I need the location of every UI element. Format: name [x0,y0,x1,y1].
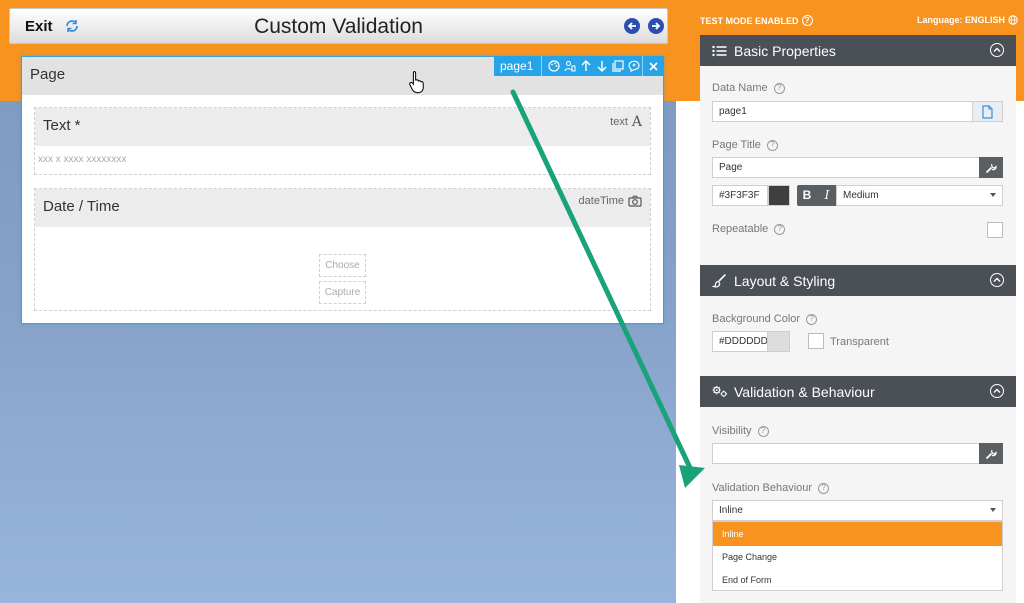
expression-button[interactable] [979,157,1003,178]
datetime-field[interactable]: Date / Time dateTime Choose Capture [34,188,651,311]
repeatable-checkbox[interactable] [987,222,1003,238]
background-color-swatch[interactable] [767,331,790,352]
title-color-swatch[interactable] [768,185,790,206]
visibility-input[interactable] [712,443,980,464]
background-color-label-text: Background Color [712,313,801,325]
datetime-field-header: Date / Time dateTime [35,189,650,227]
list-icon [712,43,728,59]
wrench-icon [985,163,997,173]
page-title-input[interactable]: Page [712,157,980,178]
layout-styling-header[interactable]: Layout & Styling [700,265,1016,296]
page-label: Page [30,66,66,83]
wrench-icon [985,449,997,459]
data-name-label-text: Data Name [712,82,768,94]
repeatable-label-text: Repeatable [712,223,769,235]
page-toolbar: page1 [494,56,664,76]
document-icon [982,104,993,119]
option-end-of-form[interactable]: End of Form [713,569,1002,592]
camera-icon [628,195,642,207]
help-icon[interactable]: ? [801,15,813,26]
page-title-label: Page Title ? [712,139,778,151]
data-name-label: Data Name ? [712,82,785,94]
hand-cursor-icon [409,70,424,94]
form-title: Custom Validation [254,15,423,38]
validation-behaviour-label: Validation Behaviour ? [712,482,830,494]
language-selector[interactable]: Language: ENGLISH [917,15,1018,25]
option-page-change[interactable]: Page Change [713,546,1002,569]
text-field-placeholder[interactable]: xxx x xxxx xxxxxxxx [38,154,126,165]
background-color-label: Background Color ? [712,313,818,325]
text-field-type-label: text [610,116,628,128]
dropdown-arrow-icon [990,193,996,197]
next-arrow-icon[interactable] [648,18,664,34]
text-field-type: text A [610,114,642,130]
transparent-label: Transparent [830,336,889,348]
validation-behaviour-options: Inline Page Change End of Form [712,521,1003,591]
move-up-icon[interactable] [578,56,594,76]
validation-behaviour-header[interactable]: Validation & Behaviour [700,376,1016,407]
canvas-header-bar: Exit Custom Validation [9,8,668,44]
text-field[interactable]: Text * text A xxx x xxxx xxxxxxxx [34,107,651,175]
layout-styling-title: Layout & Styling [734,272,836,289]
collapse-chevron-icon[interactable] [990,43,1004,57]
help-icon[interactable]: ? [773,82,785,94]
capture-button[interactable]: Capture [319,281,366,304]
duplicate-icon[interactable] [610,56,626,76]
basic-properties-title: Basic Properties [734,42,836,59]
help-icon[interactable]: ? [774,223,786,235]
visibility-expression-button[interactable] [979,443,1003,464]
dropdown-arrow-icon [990,508,996,512]
font-a-icon: A [631,114,642,130]
datetime-field-type-label: dateTime [578,195,624,207]
test-mode-label: TEST MODE ENABLED [700,15,799,26]
transparent-checkbox[interactable] [808,333,824,349]
test-mode-indicator: TEST MODE ENABLED ? [700,15,813,26]
help-icon[interactable]: ? [818,482,830,494]
person-settings-icon[interactable] [562,56,578,76]
datetime-field-label: Date / Time [43,198,120,215]
bold-button[interactable]: B [797,185,817,206]
option-inline[interactable]: Inline [713,522,1002,546]
validation-behaviour-select[interactable]: Inline [712,500,1003,521]
validation-behaviour-value: Inline [719,505,743,516]
background-color-input[interactable]: #DDDDDD [712,331,768,352]
basic-properties-header[interactable]: Basic Properties [700,35,1016,66]
help-icon[interactable]: ? [766,139,778,151]
language-label: Language: ENGLISH [917,15,1006,25]
text-style-buttons: B I [797,185,837,206]
choose-button[interactable]: Choose [319,254,366,277]
page-container[interactable]: Page Text * text A xxx x xxxx xxxxxxxx D… [21,56,664,324]
palette-icon[interactable] [546,56,562,76]
text-field-header: Text * text A [35,108,650,146]
datetime-field-type: dateTime [579,195,642,207]
data-name-input[interactable]: page1 [712,101,973,122]
collapse-chevron-icon[interactable] [990,273,1004,287]
font-size-value: Medium [843,190,879,201]
page-title-label-text: Page Title [712,139,761,151]
text-field-label: Text * [43,117,81,134]
close-icon[interactable] [642,56,664,76]
globe-icon [1008,15,1018,25]
previous-arrow-icon[interactable] [624,18,640,34]
help-icon[interactable]: ? [806,313,818,325]
comment-icon[interactable] [626,56,642,76]
visibility-label-text: Visibility [712,425,752,437]
title-color-input[interactable]: #3F3F3F [712,185,768,206]
move-down-icon[interactable] [594,56,610,76]
brush-icon [712,273,728,289]
document-button[interactable] [972,101,1003,122]
visibility-label: Visibility ? [712,425,769,437]
validation-behaviour-title: Validation & Behaviour [734,383,875,400]
help-icon[interactable]: ? [757,425,769,437]
italic-button[interactable]: I [817,185,837,206]
repeatable-label: Repeatable ? [712,223,786,235]
validation-behaviour-label-text: Validation Behaviour [712,482,813,494]
toolbar-page-name: page1 [494,56,543,76]
gears-icon [712,384,728,400]
collapse-chevron-icon[interactable] [990,384,1004,398]
font-size-select[interactable]: Medium [836,185,1003,206]
